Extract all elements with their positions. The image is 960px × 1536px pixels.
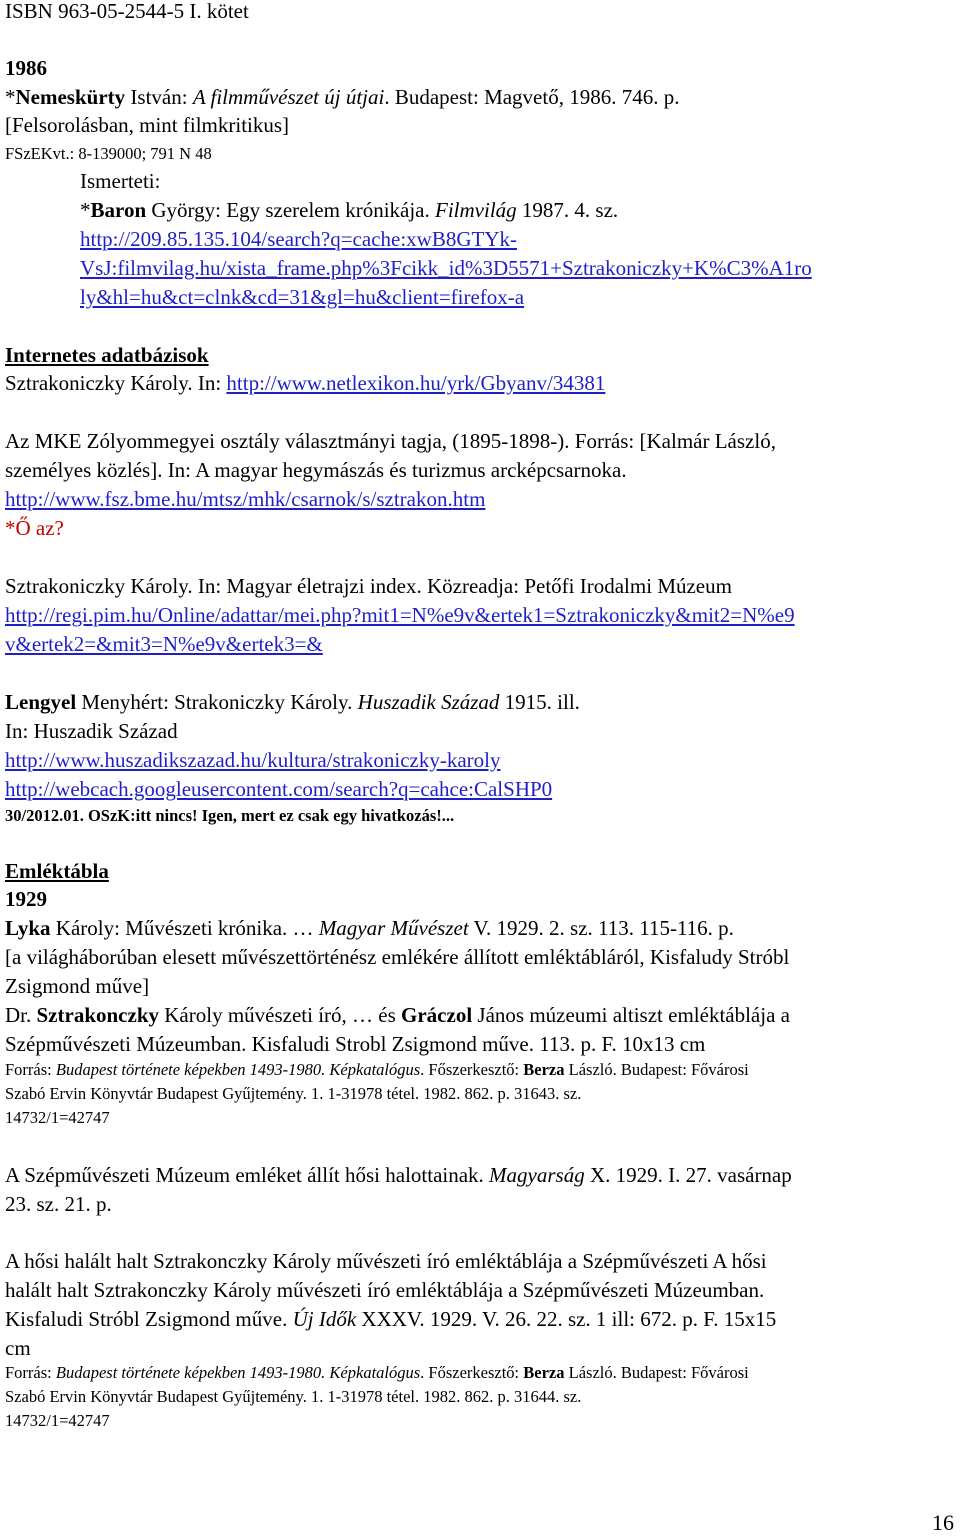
huszadikszazad-link[interactable]: http://www.huszadikszazad.hu/kultura/str…: [5, 746, 501, 774]
fsz-bme-link[interactable]: http://www.fsz.bme.hu/mtsz/mhk/csarnok/s…: [5, 485, 485, 513]
bib-note: [Felsorolásban, mint filmkritikus]: [5, 113, 290, 137]
source2-line-3: 14732/1=42747: [5, 1411, 110, 1430]
author-name: Lyka: [5, 916, 51, 940]
in-huszadik-label: In: Huszadik Század: [5, 719, 178, 743]
filmvilag-link-line-1[interactable]: http://209.85.135.104/search?q=cache:xwB…: [80, 225, 517, 253]
pim-link-line-2[interactable]: v&ertek2=&mit3=N%e9v&ertek3=&: [5, 630, 323, 658]
year-heading-1986: 1986: [5, 56, 47, 80]
isbn-header: ISBN 963-05-2544-5 I. kötet: [5, 0, 249, 23]
netlexikon-entry: Sztrakoniczky Károly. In: http://www.net…: [5, 371, 606, 395]
journal-title: Magyarság: [489, 1163, 585, 1187]
journal-title: Filmvilág: [435, 198, 517, 222]
hosi-entry-line-4: cm: [5, 1336, 31, 1360]
journal-title: Huszadik Század: [357, 690, 500, 714]
pim-link-line-1[interactable]: http://regi.pim.hu/Online/adattar/mei.ph…: [5, 601, 795, 629]
author-name: Nemeskürty: [15, 85, 126, 109]
year-heading-1929: 1929: [5, 887, 47, 911]
bib-entry-nemeskurty: *Nemeskürty István: A filmművészet új út…: [5, 85, 680, 109]
magyarsag-entry-line-1: A Szépművészeti Múzeum emléket állít hős…: [5, 1163, 792, 1187]
magyarsag-entry-line-2: 23. sz. 21. p.: [5, 1192, 112, 1216]
author-name: Lengyel: [5, 690, 77, 714]
question-note: *Ő az?: [5, 516, 64, 540]
mke-entry-line-2: személyes közlés]. In: A magyar hegymász…: [5, 458, 627, 482]
source-line-3: 14732/1=42747: [5, 1108, 110, 1127]
source2-line-1: Forrás: Budapest története képekben 1493…: [5, 1363, 749, 1382]
section-heading-internetes: Internetes adatbázisok: [5, 343, 209, 367]
ismerteti-label: Ismerteti:: [80, 169, 161, 193]
section-heading-emlektabla: Emléktábla: [5, 859, 109, 883]
dr-entry-line-1: Dr. Sztrakonczky Károly művészeti író, ……: [5, 1003, 790, 1027]
journal-title: Új Idők: [292, 1307, 357, 1331]
netlexikon-link[interactable]: http://www.netlexikon.hu/yrk/Gbyanv/3438…: [226, 371, 605, 395]
google-cache-link[interactable]: http://webcach.googleusercontent.com/sea…: [5, 775, 552, 803]
author-name: Baron: [90, 198, 147, 222]
dr-entry-line-2: Szépművészeti Múzeumban. Kisfaludi Strob…: [5, 1032, 706, 1056]
pim-entry: Sztrakoniczky Károly. In: Magyar életraj…: [5, 574, 732, 598]
mke-entry-line-1: Az MKE Zólyommegyei osztály választmányi…: [5, 429, 776, 453]
bib-entry-baron: *Baron György: Egy szerelem krónikája. F…: [80, 198, 619, 222]
oszk-note: 30/2012.01. OSzK:itt nincs! Igen, mert e…: [5, 806, 455, 825]
bib-entry-lengyel: Lengyel Menyhért: Strakoniczky Károly. H…: [5, 690, 580, 714]
journal-title: Magyar Művészet: [318, 916, 469, 940]
hosi-entry-line-1: A hősi halált halt Sztrakonczky Károly m…: [5, 1249, 767, 1273]
filmvilag-link-line-3[interactable]: ly&hl=hu&ct=clnk&cd=31&gl=hu&client=fire…: [80, 283, 524, 311]
lyka-note-line-2: Zsigmond műve]: [5, 974, 150, 998]
lyka-note-line-1: [a világháborúban elesett művészettörtén…: [5, 945, 790, 969]
page-number: 16: [932, 1510, 954, 1535]
source-line-1: Forrás: Budapest története képekben 1493…: [5, 1060, 749, 1079]
bib-entry-lyka: Lyka Károly: Művészeti krónika. … Magyar…: [5, 916, 734, 940]
hosi-entry-line-2: halált halt Sztrakonczky Károly művészet…: [5, 1278, 765, 1302]
hosi-entry-line-3: Kisfaludi Stróbl Zsigmond műve. Új Idők …: [5, 1307, 777, 1331]
filmvilag-link-line-2[interactable]: VsJ:filmvilag.hu/xista_frame.php%3Fcikk_…: [80, 254, 812, 282]
source2-line-2: Szabó Ervin Könyvtár Budapest Gyűjtemény…: [5, 1387, 582, 1406]
source-line-2: Szabó Ervin Könyvtár Budapest Gyűjtemény…: [5, 1084, 582, 1103]
book-title: A filmművészet új útjai: [192, 85, 385, 109]
library-signature: FSzEKvt.: 8-139000; 791 N 48: [5, 144, 212, 163]
